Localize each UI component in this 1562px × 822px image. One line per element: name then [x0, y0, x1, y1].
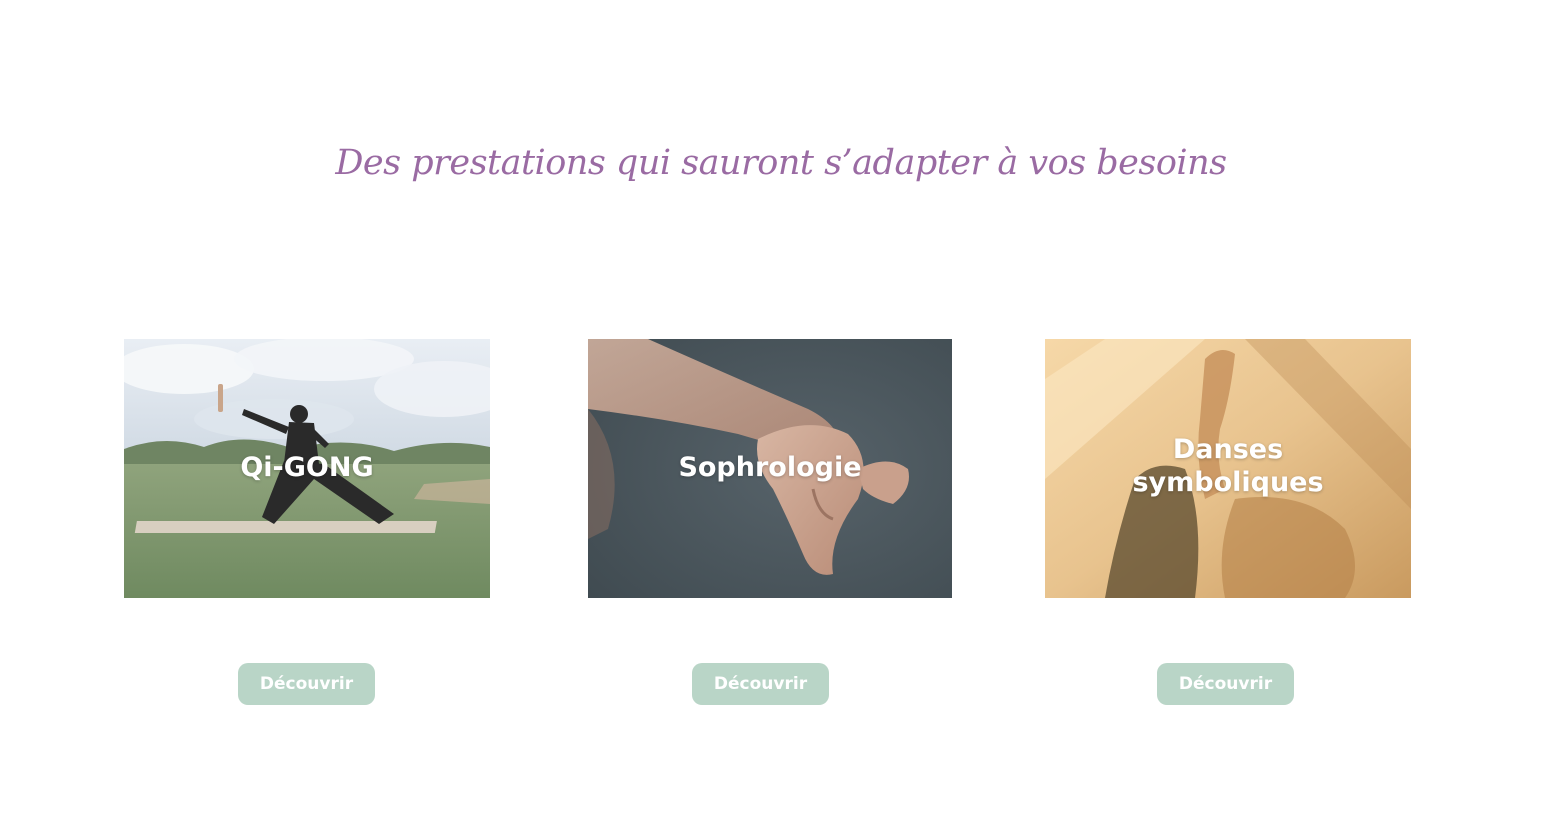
- card-label: Qi-GONG: [240, 452, 374, 483]
- section-title: Des prestations qui sauront s’adapter à …: [335, 143, 1227, 183]
- card-qigong[interactable]: Qi-GONG: [124, 339, 490, 598]
- card-label-line2: symboliques: [1132, 467, 1324, 498]
- decouvrir-danses-button[interactable]: Découvrir: [1157, 663, 1294, 705]
- decouvrir-sophrologie-button[interactable]: Découvrir: [692, 663, 829, 705]
- card-label-line1: Danses: [1172, 434, 1284, 465]
- card-danses-symboliques[interactable]: Danses symboliques: [1045, 339, 1411, 598]
- card-sophrologie[interactable]: Sophrologie: [588, 339, 952, 598]
- decouvrir-qigong-button[interactable]: Découvrir: [238, 663, 375, 705]
- card-label: Sophrologie: [678, 452, 862, 483]
